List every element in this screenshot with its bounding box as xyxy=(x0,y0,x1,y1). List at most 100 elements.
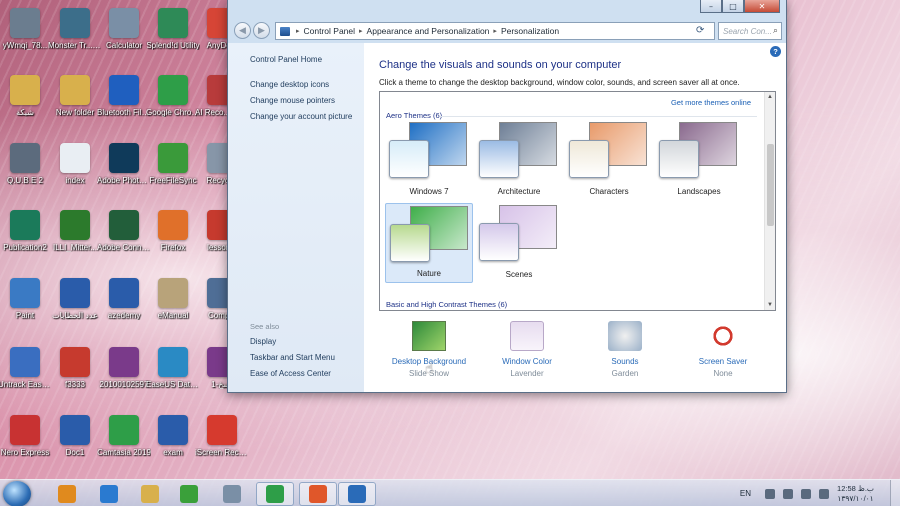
ease-of-access-link[interactable]: Ease of Access Center xyxy=(250,369,335,378)
desktop-icon[interactable]: exam xyxy=(148,412,198,476)
taskbar-parrot[interactable] xyxy=(170,482,208,506)
desktop-icon[interactable]: Q.U.B.E 2 xyxy=(0,140,50,204)
content-area: Control Panel Home Change desktop icons … xyxy=(228,43,786,392)
desktop-icon[interactable]: yWmqi_78... xyxy=(0,5,50,69)
desktop-icon[interactable]: eManual xyxy=(148,275,198,339)
help-icon[interactable]: ? xyxy=(770,46,781,57)
desktop-icon-label: Publication2 xyxy=(3,243,47,252)
search-input[interactable]: Search Con... ⌕ xyxy=(718,22,782,40)
theme-characters[interactable]: Characters xyxy=(565,120,653,200)
desktop-icon[interactable]: Firefox xyxy=(148,207,198,271)
desktop-icon[interactable]: azedemy xyxy=(99,275,149,339)
title-bar[interactable]: – □ ✕ xyxy=(228,0,786,14)
show-hidden-icons-icon[interactable] xyxy=(765,488,776,499)
desktop-icon-label: exam xyxy=(163,448,183,457)
desktop-icon[interactable]: f3333 xyxy=(50,344,100,408)
desktop-icon[interactable]: Nero Express xyxy=(0,412,50,476)
change-mouse-pointers-link[interactable]: Change mouse pointers xyxy=(250,96,364,105)
window-color-setting[interactable]: Window Color Lavender xyxy=(479,317,575,378)
theme-windows-7[interactable]: Windows 7 xyxy=(385,120,473,200)
show-desktop-button[interactable] xyxy=(890,480,900,506)
desktop-icon-label: عدد الخطابات xyxy=(52,311,98,320)
taskbar-camtasia-recorder[interactable] xyxy=(299,482,337,506)
screen-saver-setting[interactable]: Screen Saver None xyxy=(675,317,771,378)
back-button[interactable]: ◀ xyxy=(234,22,251,39)
language-indicator[interactable]: EN xyxy=(740,489,751,498)
word-doc-icon xyxy=(60,415,90,445)
theme-scenes[interactable]: Scenes xyxy=(475,203,563,283)
close-button[interactable]: ✕ xyxy=(744,0,780,13)
setting-label[interactable]: Screen Saver xyxy=(675,357,771,366)
maximize-button[interactable]: □ xyxy=(722,0,744,13)
sounds-icon xyxy=(608,321,642,351)
taskbar-control-panel[interactable] xyxy=(338,482,376,506)
desktop-icon[interactable]: Paint xyxy=(0,275,50,339)
desktop-icon[interactable]: 20100102597 xyxy=(99,344,149,408)
clock-time: 12:58 ب.ظ xyxy=(837,483,874,493)
desktop-icon-label: iScreen Recorder xyxy=(195,448,249,457)
theme-architecture[interactable]: Architecture xyxy=(475,120,563,200)
scroll-up-icon[interactable]: ▲ xyxy=(767,94,773,100)
refresh-icon[interactable]: ⟳ xyxy=(696,25,704,36)
taskbar-file-explorer[interactable] xyxy=(131,482,169,506)
desktop-icon-label: Paint xyxy=(15,311,35,320)
desktop-icon[interactable]: iScreen Recorder xyxy=(195,412,249,476)
network-icon[interactable] xyxy=(801,488,812,499)
desktop-icon[interactable]: EaseUS Data Recovery... xyxy=(146,344,200,408)
desktop-icon[interactable]: ILLI_Mitter... xyxy=(50,207,100,271)
monster-truck-icon xyxy=(60,8,90,38)
breadcrumb-control-panel[interactable]: Control Panel xyxy=(304,26,356,36)
desktop-icon[interactable]: Publication2 xyxy=(0,207,50,271)
theme-nature[interactable]: Nature xyxy=(385,203,473,283)
change-account-picture-link[interactable]: Change your account picture xyxy=(250,112,364,121)
volume-icon[interactable] xyxy=(819,488,830,499)
start-button[interactable] xyxy=(3,481,31,506)
desktop-icon[interactable]: FreeFileSync xyxy=(148,140,198,204)
desktop-icon[interactable]: Splend!d Utility xyxy=(146,5,200,69)
taskbar-start-menu-link[interactable]: Taskbar and Start Menu xyxy=(250,353,335,362)
change-desktop-icons-link[interactable]: Change desktop icons xyxy=(250,80,364,89)
get-more-themes-link[interactable]: Get more themes online xyxy=(671,98,751,107)
desktop-icon[interactable]: شبكة xyxy=(0,72,50,136)
desktop-icon[interactable]: Bluetooth File Transf... xyxy=(97,72,151,136)
forward-button[interactable]: ▶ xyxy=(253,22,270,39)
desktop-icon[interactable]: Untrack Easy Recovery xyxy=(0,344,52,408)
breadcrumb-personalization[interactable]: Personalization xyxy=(501,26,559,36)
action-center-icon[interactable] xyxy=(783,488,794,499)
setting-label[interactable]: Sounds xyxy=(577,357,673,366)
search-icon[interactable]: ⌕ xyxy=(773,25,778,36)
close-icon: ✕ xyxy=(758,1,766,11)
desktop-icon[interactable]: Doc1 xyxy=(50,412,100,476)
theme-landscapes[interactable]: Landscapes xyxy=(655,120,743,200)
desktop-icon[interactable]: New folder xyxy=(50,72,100,136)
desktop-icon[interactable]: Adobe Photosh... xyxy=(97,140,151,204)
setting-value: Garden xyxy=(611,369,639,378)
desktop-icon[interactable]: Camtasia 2019 xyxy=(97,412,151,476)
desktop-icon[interactable]: Calculator xyxy=(99,5,149,69)
scrollbar-thumb[interactable] xyxy=(767,144,774,226)
page-subtitle: Click a theme to change the desktop back… xyxy=(379,78,740,87)
desktop-icon[interactable]: Google Chrome xyxy=(146,72,200,136)
desktop-icon[interactable]: عدد الخطابات xyxy=(50,275,100,339)
firefox-icon xyxy=(158,210,188,240)
themes-scrollbar[interactable]: ▲ ▼ xyxy=(764,92,775,310)
breadcrumb-appearance[interactable]: Appearance and Personalization xyxy=(367,26,490,36)
personalization-window: – □ ✕ ◀ ▶ ▸ Control Panel ▸ Appearance a… xyxy=(227,0,787,393)
theme-name: Nature xyxy=(416,269,441,278)
sounds-setting[interactable]: Sounds Garden xyxy=(577,317,673,378)
taskbar-internet-explorer[interactable] xyxy=(90,482,128,506)
taskbar-calculator[interactable] xyxy=(213,482,251,506)
setting-label[interactable]: Window Color xyxy=(479,357,575,366)
desktop-icon[interactable]: Adobe Connect xyxy=(97,207,151,271)
desktop-icon[interactable]: index xyxy=(50,140,100,204)
address-bar[interactable]: ▸ Control Panel ▸ Appearance and Persona… xyxy=(275,22,715,40)
desktop-icon[interactable]: Monster Tr... - Shortcut xyxy=(48,5,102,69)
minimize-button[interactable]: – xyxy=(700,0,722,13)
scroll-down-icon[interactable]: ▼ xyxy=(767,302,773,308)
desktop-icon-label: Adobe Connect xyxy=(97,243,151,252)
clock[interactable]: 12:58 ب.ظ ۱۳۹۷/۱۰/۰۱ xyxy=(837,484,874,504)
display-link[interactable]: Display xyxy=(250,337,335,346)
taskbar-media-player[interactable] xyxy=(48,482,86,506)
control-panel-home-link[interactable]: Control Panel Home xyxy=(250,55,364,64)
taskbar-camtasia[interactable] xyxy=(256,482,294,506)
